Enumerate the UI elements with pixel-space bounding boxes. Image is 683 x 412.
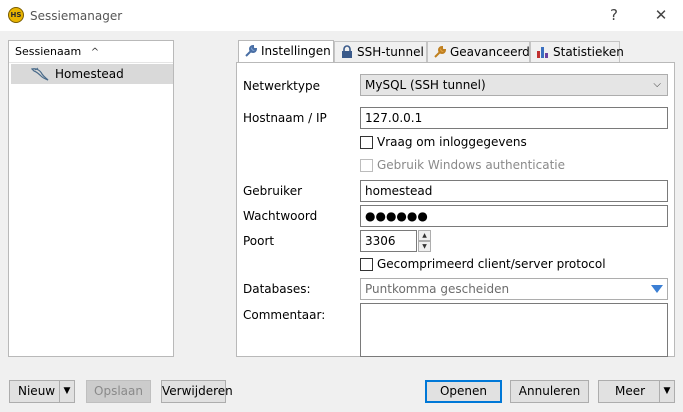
cancel-button[interactable]: Annuleren [510,380,589,403]
tab-label: Instellingen [261,44,331,58]
comment-textarea[interactable] [360,303,668,357]
checkbox-box [360,136,373,149]
comment-label: Commentaar: [243,308,326,322]
network-type-value: MySQL (SSH tunnel) [365,78,486,92]
lock-icon [342,45,352,58]
port-decrement-button[interactable]: ▼ [418,241,431,252]
sort-ascending-icon: ^ [90,47,100,58]
delete-button[interactable]: Verwijderen [161,380,233,403]
session-item-label: Homestead [55,67,124,81]
network-type-label: Netwerktype [243,79,320,93]
more-button-label: Meer [615,384,646,398]
checkbox-label: Gecomprimeerd client/server protocol [377,257,606,271]
bar-chart-icon [537,47,548,58]
new-button-label: Nieuw [18,384,56,398]
checkbox-label: Gebruik Windows authenticatie [377,158,565,172]
databases-label: Databases: [243,282,311,296]
databases-placeholder: Puntkomma gescheiden [365,282,510,296]
tab-label: Statistieken [553,45,624,59]
wrench-icon [434,45,447,58]
tab-settings[interactable]: Instellingen [238,40,334,63]
tab-ssh-tunnel[interactable]: SSH-tunnel [334,41,427,63]
help-button[interactable]: ? [604,5,624,25]
user-label: Gebruiker [243,184,303,198]
wrench-icon [245,44,258,57]
hostname-label: Hostnaam / IP [243,111,327,125]
databases-field[interactable]: Puntkomma gescheiden [360,278,668,300]
title-bar: HS Sessiemanager ? ✕ [0,0,683,31]
more-button[interactable]: Meer ▼ [598,380,675,403]
port-label: Poort [243,234,275,248]
session-name-column-header[interactable]: Sessienaam ^ [9,41,173,63]
checkbox-box [360,258,373,271]
user-field[interactable]: homestead [360,180,668,202]
mysql-dolphin-icon [31,67,49,81]
app-icon: HS [8,7,24,23]
tab-label: Geavanceerd [450,45,530,59]
port-increment-button[interactable]: ▲ [418,230,431,241]
dropdown-arrow-icon[interactable] [651,285,663,293]
tab-label: SSH-tunnel [357,45,424,59]
save-button: Opslaan [86,380,151,403]
session-tree[interactable]: Sessienaam ^ Homestead [8,40,174,357]
tab-statistics[interactable]: Statistieken [530,41,624,63]
checkbox-label: Vraag om inloggegevens [377,135,527,149]
checkbox-box [360,159,373,172]
chevron-down-icon: ⌵ [653,79,661,90]
session-item-homestead[interactable]: Homestead [11,64,173,84]
network-type-select[interactable]: MySQL (SSH tunnel) ⌵ [360,74,668,96]
hostname-field[interactable]: 127.0.0.1 [360,107,668,129]
close-button[interactable]: ✕ [651,5,671,25]
new-session-button[interactable]: Nieuw ▼ [9,380,75,403]
more-dropdown-arrow[interactable]: ▼ [659,381,674,402]
open-button[interactable]: Openen [425,380,502,403]
port-field[interactable]: 3306 [360,230,417,252]
column-header-label: Sessienaam [15,45,82,58]
new-dropdown-arrow[interactable]: ▼ [59,381,74,402]
tab-advanced[interactable]: Geavanceerd [427,41,530,63]
password-label: Wachtwoord [243,209,318,223]
window-title: Sessiemanager [30,9,123,23]
password-field[interactable]: ●●●●●● [360,205,668,227]
